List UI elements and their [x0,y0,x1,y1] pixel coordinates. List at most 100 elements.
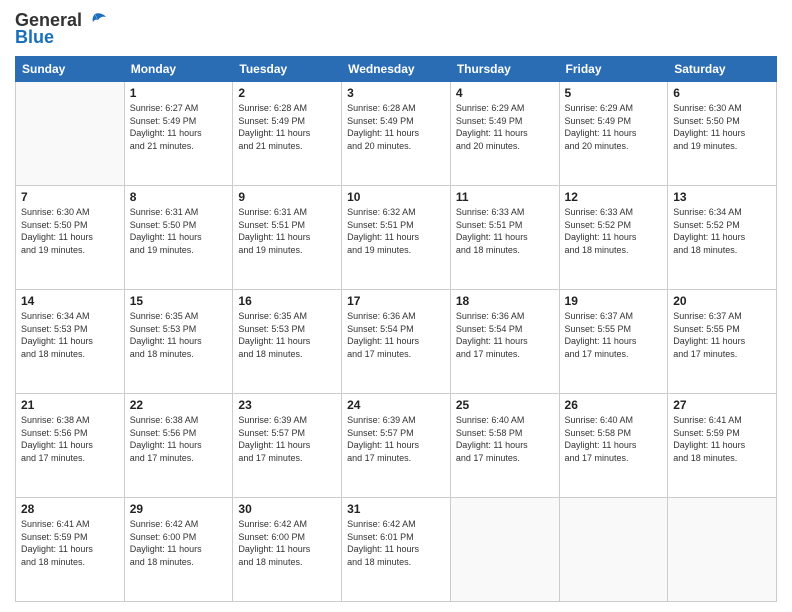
day-number: 6 [673,86,771,100]
day-info: Sunrise: 6:36 AM Sunset: 5:54 PM Dayligh… [456,310,554,360]
calendar-cell: 14 Sunrise: 6:34 AM Sunset: 5:53 PM Dayli… [16,290,125,394]
calendar-cell: 15Sunrise: 6:35 AM Sunset: 5:53 PM Dayli… [124,290,233,394]
calendar-cell: 9Sunrise: 6:31 AM Sunset: 5:51 PM Daylig… [233,186,342,290]
day-info: Sunrise: 6:42 AM Sunset: 6:01 PM Dayligh… [347,518,445,568]
day-info: Sunrise: 6:30 AM Sunset: 5:50 PM Dayligh… [21,206,119,256]
day-number: 19 [565,294,663,308]
calendar-cell: 13Sunrise: 6:34 AM Sunset: 5:52 PM Dayli… [668,186,777,290]
day-number: 23 [238,398,336,412]
calendar-cell: 1Sunrise: 6:27 AM Sunset: 5:49 PM Daylig… [124,82,233,186]
day-number: 27 [673,398,771,412]
day-number: 24 [347,398,445,412]
calendar-cell [668,498,777,602]
calendar-cell: 11 Sunrise: 6:33 AM Sunset: 5:51 PM Dayli… [450,186,559,290]
day-number: 11 [456,190,554,204]
day-number: 4 [456,86,554,100]
day-number: 5 [565,86,663,100]
calendar-cell [450,498,559,602]
logo: General Blue [15,10,106,48]
day-info: Sunrise: 6:41 AM Sunset: 5:59 PM Dayligh… [21,518,119,568]
calendar-cell: 18 Sunrise: 6:36 AM Sunset: 5:54 PM Dayli… [450,290,559,394]
day-info: Sunrise: 6:30 AM Sunset: 5:50 PM Dayligh… [673,102,771,152]
calendar-header-wednesday: Wednesday [342,57,451,82]
calendar-cell: 23Sunrise: 6:39 AM Sunset: 5:57 PM Dayli… [233,394,342,498]
calendar-cell: 20 Sunrise: 6:37 AM Sunset: 5:55 PM Dayli… [668,290,777,394]
calendar-cell: 7 Sunrise: 6:30 AM Sunset: 5:50 PM Daylig… [16,186,125,290]
day-info: Sunrise: 6:38 AM Sunset: 5:56 PM Dayligh… [130,414,228,464]
day-info: Sunrise: 6:35 AM Sunset: 5:53 PM Dayligh… [238,310,336,360]
day-number: 21 [21,398,119,412]
calendar-week-row: 28 Sunrise: 6:41 AM Sunset: 5:59 PM Dayli… [16,498,777,602]
day-info: Sunrise: 6:33 AM Sunset: 5:52 PM Dayligh… [565,206,663,256]
calendar-cell: 6 Sunrise: 6:30 AM Sunset: 5:50 PM Daylig… [668,82,777,186]
day-info: Sunrise: 6:32 AM Sunset: 5:51 PM Dayligh… [347,206,445,256]
calendar-cell: 31Sunrise: 6:42 AM Sunset: 6:01 PM Dayli… [342,498,451,602]
calendar-cell: 12 Sunrise: 6:33 AM Sunset: 5:52 PM Dayli… [559,186,668,290]
day-info: Sunrise: 6:36 AM Sunset: 5:54 PM Dayligh… [347,310,445,360]
calendar-cell: 27 Sunrise: 6:41 AM Sunset: 5:59 PM Dayli… [668,394,777,498]
day-info: Sunrise: 6:40 AM Sunset: 5:58 PM Dayligh… [565,414,663,464]
day-info: Sunrise: 6:38 AM Sunset: 5:56 PM Dayligh… [21,414,119,464]
logo-bird-icon [84,12,106,30]
day-info: Sunrise: 6:31 AM Sunset: 5:50 PM Dayligh… [130,206,228,256]
calendar-cell: 4Sunrise: 6:29 AM Sunset: 5:49 PM Daylig… [450,82,559,186]
calendar-cell: 10 Sunrise: 6:32 AM Sunset: 5:51 PM Dayli… [342,186,451,290]
calendar-cell [559,498,668,602]
calendar-cell: 22 Sunrise: 6:38 AM Sunset: 5:56 PM Dayli… [124,394,233,498]
calendar-cell: 28 Sunrise: 6:41 AM Sunset: 5:59 PM Dayli… [16,498,125,602]
day-info: Sunrise: 6:28 AM Sunset: 5:49 PM Dayligh… [347,102,445,152]
calendar-cell: 21 Sunrise: 6:38 AM Sunset: 5:56 PM Dayli… [16,394,125,498]
day-info: Sunrise: 6:34 AM Sunset: 5:52 PM Dayligh… [673,206,771,256]
day-info: Sunrise: 6:42 AM Sunset: 6:00 PM Dayligh… [238,518,336,568]
calendar-week-row: 14 Sunrise: 6:34 AM Sunset: 5:53 PM Dayli… [16,290,777,394]
day-info: Sunrise: 6:33 AM Sunset: 5:51 PM Dayligh… [456,206,554,256]
day-number: 1 [130,86,228,100]
day-number: 29 [130,502,228,516]
calendar-header-friday: Friday [559,57,668,82]
day-number: 10 [347,190,445,204]
day-number: 18 [456,294,554,308]
calendar-cell: 5 Sunrise: 6:29 AM Sunset: 5:49 PM Daylig… [559,82,668,186]
calendar-cell: 16 Sunrise: 6:35 AM Sunset: 5:53 PM Dayli… [233,290,342,394]
calendar-week-row: 1Sunrise: 6:27 AM Sunset: 5:49 PM Daylig… [16,82,777,186]
day-number: 7 [21,190,119,204]
day-number: 2 [238,86,336,100]
day-number: 3 [347,86,445,100]
day-number: 16 [238,294,336,308]
calendar-cell [16,82,125,186]
day-info: Sunrise: 6:39 AM Sunset: 5:57 PM Dayligh… [347,414,445,464]
calendar-table: SundayMondayTuesdayWednesdayThursdayFrid… [15,56,777,602]
day-number: 12 [565,190,663,204]
day-number: 14 [21,294,119,308]
day-number: 28 [21,502,119,516]
calendar-cell: 17 Sunrise: 6:36 AM Sunset: 5:54 PM Dayli… [342,290,451,394]
calendar-header-saturday: Saturday [668,57,777,82]
day-number: 20 [673,294,771,308]
calendar-week-row: 7 Sunrise: 6:30 AM Sunset: 5:50 PM Daylig… [16,186,777,290]
page: General Blue SundayMondayTuesdayWednesda… [0,0,792,612]
calendar-header-thursday: Thursday [450,57,559,82]
header: General Blue [15,10,777,48]
day-number: 26 [565,398,663,412]
day-number: 22 [130,398,228,412]
calendar-week-row: 21 Sunrise: 6:38 AM Sunset: 5:56 PM Dayli… [16,394,777,498]
day-info: Sunrise: 6:37 AM Sunset: 5:55 PM Dayligh… [673,310,771,360]
day-info: Sunrise: 6:35 AM Sunset: 5:53 PM Dayligh… [130,310,228,360]
calendar-cell: 29 Sunrise: 6:42 AM Sunset: 6:00 PM Dayli… [124,498,233,602]
calendar-cell: 24 Sunrise: 6:39 AM Sunset: 5:57 PM Dayli… [342,394,451,498]
day-info: Sunrise: 6:34 AM Sunset: 5:53 PM Dayligh… [21,310,119,360]
calendar-cell: 30Sunrise: 6:42 AM Sunset: 6:00 PM Dayli… [233,498,342,602]
day-number: 17 [347,294,445,308]
day-info: Sunrise: 6:37 AM Sunset: 5:55 PM Dayligh… [565,310,663,360]
day-number: 9 [238,190,336,204]
day-info: Sunrise: 6:29 AM Sunset: 5:49 PM Dayligh… [565,102,663,152]
day-info: Sunrise: 6:41 AM Sunset: 5:59 PM Dayligh… [673,414,771,464]
calendar-cell: 25Sunrise: 6:40 AM Sunset: 5:58 PM Dayli… [450,394,559,498]
calendar-header-row: SundayMondayTuesdayWednesdayThursdayFrid… [16,57,777,82]
calendar-cell: 26 Sunrise: 6:40 AM Sunset: 5:58 PM Dayli… [559,394,668,498]
day-info: Sunrise: 6:42 AM Sunset: 6:00 PM Dayligh… [130,518,228,568]
calendar-cell: 2Sunrise: 6:28 AM Sunset: 5:49 PM Daylig… [233,82,342,186]
calendar-header-sunday: Sunday [16,57,125,82]
calendar-cell: 8Sunrise: 6:31 AM Sunset: 5:50 PM Daylig… [124,186,233,290]
calendar-cell: 19 Sunrise: 6:37 AM Sunset: 5:55 PM Dayli… [559,290,668,394]
